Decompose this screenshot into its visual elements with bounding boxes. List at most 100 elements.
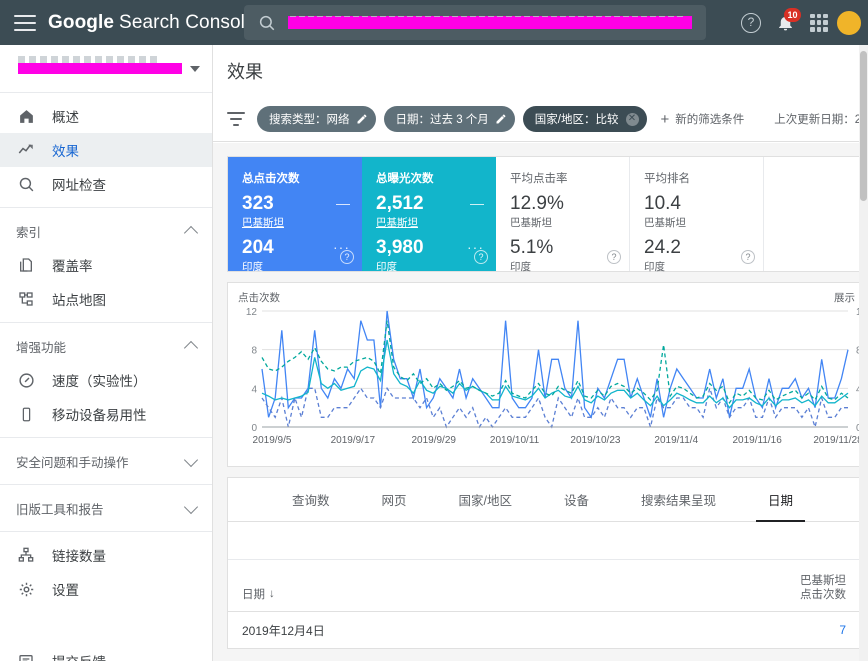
search-input-redacted-value[interactable] <box>288 16 692 29</box>
sidebar-item-label: 链接数量 <box>52 549 106 564</box>
close-icon[interactable]: ✕ <box>625 112 639 126</box>
sidebar-section-index[interactable]: 索引 <box>0 214 212 248</box>
column-header-date[interactable]: 日期 ↓ <box>228 586 766 611</box>
property-name-redacted <box>18 56 182 74</box>
sidebar-section-security[interactable]: 安全问题和手动操作 <box>0 444 212 478</box>
sidebar-section-label: 旧版工具和报告 <box>16 502 104 517</box>
nav-group-legacy-tools: 旧版工具和报告 <box>0 485 212 532</box>
mobile-icon <box>16 404 36 424</box>
brand-search-console: Search Console <box>119 11 256 33</box>
svg-text:2019/10/11: 2019/10/11 <box>490 435 540 446</box>
tab-queries[interactable]: 查询数 <box>266 478 356 521</box>
nav-group-footer: 提交反馈 关于新版本 <box>0 638 212 661</box>
metric-row: 2,512 — <box>376 193 484 215</box>
sidebar-section-enhancements[interactable]: 增强功能 <box>0 329 212 363</box>
tab-countries[interactable]: 国家/地区 <box>433 478 538 521</box>
metric-value: 10.4 <box>644 193 681 214</box>
sidebar-item-label: 概述 <box>52 110 79 125</box>
sidebar-section-label: 安全问题和手动操作 <box>16 455 129 470</box>
brand-google: Google <box>48 11 115 33</box>
search-icon <box>16 174 36 194</box>
metric-card-average-position[interactable]: 平均排名 10.4 巴基斯坦 24.2 印度 ? <box>630 157 764 273</box>
tab-dates[interactable]: 日期 <box>742 478 819 522</box>
chevron-down-icon <box>190 65 200 72</box>
sidebar-navigation: 概述 效果 网址检查 索引 覆盖率 站点地图 增强功能 速度（实验性） 移动设备… <box>0 45 213 661</box>
sidebar-item-label: 效果 <box>52 144 79 159</box>
help-icon[interactable]: ? <box>474 250 488 264</box>
sidebar-item-label: 速度（实验性） <box>52 374 147 389</box>
speed-icon <box>16 370 36 390</box>
sidebar-item-label: 网址检查 <box>52 178 106 193</box>
tab-label: 查询数 <box>292 494 330 508</box>
last-updated-text: 上次更新日期：25小时前 <box>774 114 868 126</box>
google-search-console-app: Google Search Console ? 10 概述 效果 网址检查 索引… <box>0 0 868 661</box>
help-icon[interactable]: ? <box>340 250 354 264</box>
metric-card-total-clicks[interactable]: 总点击次数 323 — 巴基斯坦 204 ··· 印度 ? <box>228 157 362 273</box>
series-marker-solid: — <box>470 195 484 211</box>
svg-text:2019/11/4: 2019/11/4 <box>654 435 698 446</box>
sidebar-item-settings[interactable]: 设置 <box>0 572 212 606</box>
sidebar-item-links[interactable]: 链接数量 <box>0 538 212 572</box>
tab-pages[interactable]: 网页 <box>356 478 433 521</box>
metric-card-title: 平均排名 <box>644 173 690 185</box>
hamburger-menu-icon[interactable] <box>14 14 36 31</box>
svg-text:2019/11/28: 2019/11/28 <box>813 435 863 446</box>
apps-grid-icon[interactable] <box>802 6 836 40</box>
cell-pk-clicks: 7 <box>839 623 846 637</box>
property-selector[interactable] <box>0 45 212 93</box>
home-icon <box>16 106 36 126</box>
sidebar-item-label: 覆盖率 <box>52 259 93 274</box>
metric-card-average-ctr[interactable]: 平均点击率 12.9% 巴基斯坦 5.1% 印度 ? <box>496 157 630 273</box>
tab-devices[interactable]: 设备 <box>538 478 615 521</box>
sidebar-item-label: 移动设备易用性 <box>52 408 147 423</box>
notifications-badge: 10 <box>784 7 801 22</box>
search-icon <box>258 14 276 32</box>
metric-label: 印度 <box>644 261 665 273</box>
metric-value: 24.2 <box>644 237 681 258</box>
filter-chip-country[interactable]: 国家/地区：比较 ✕ <box>522 106 647 132</box>
tab-search-appearance[interactable]: 搜索结果呈现 <box>615 478 742 521</box>
table-row[interactable]: 2019年12月4日 7 0 27 37 <box>228 612 868 648</box>
sidebar-item-label: 设置 <box>52 583 79 598</box>
vertical-scrollbar[interactable] <box>859 45 868 661</box>
performance-scroll-area: 总点击次数 323 — 巴基斯坦 204 ··· 印度 ? 总曝光次数 2,51… <box>213 143 868 661</box>
notifications-bell-icon[interactable]: 10 <box>768 6 802 40</box>
metric-label: 巴基斯坦 <box>510 217 552 229</box>
metric-row: 10.4 <box>644 193 751 215</box>
top-header-bar: Google Search Console ? 10 <box>0 0 868 45</box>
sidebar-item-speed[interactable]: 速度（实验性） <box>0 363 212 397</box>
sidebar-item-mobile-usability[interactable]: 移动设备易用性 <box>0 397 212 431</box>
sidebar-section-legacy-tools[interactable]: 旧版工具和报告 <box>0 491 212 525</box>
dimension-table-panel: 查询数 网页 国家/地区 设备 搜索结果呈现 日期 日期 ↓ 巴基斯坦 点击次数… <box>227 477 868 649</box>
metric-label: 巴基斯坦 <box>376 217 418 229</box>
sidebar-item-url-inspection[interactable]: 网址检查 <box>0 167 212 201</box>
column-header-pk-clicks[interactable]: 巴基斯坦 点击次数 <box>766 574 856 611</box>
tab-label: 设备 <box>564 494 590 508</box>
sidebar-item-coverage[interactable]: 覆盖率 <box>0 248 212 282</box>
help-icon[interactable]: ? <box>607 250 621 264</box>
help-icon[interactable]: ? <box>734 6 768 40</box>
svg-text:2019/11/16: 2019/11/16 <box>732 435 782 446</box>
url-inspection-search-bar[interactable] <box>244 5 706 40</box>
sidebar-item-feedback[interactable]: 提交反馈 <box>0 644 212 661</box>
sidebar-item-performance[interactable]: 效果 <box>0 133 212 167</box>
add-filter-label: 新的筛选条件 <box>675 114 745 126</box>
metric-row: 5.1% <box>510 237 617 259</box>
sidebar-item-sitemaps[interactable]: 站点地图 <box>0 282 212 316</box>
filter-icon[interactable] <box>227 112 245 126</box>
performance-line-chart[interactable]: 04812040801202019/9/52019/9/172019/9/292… <box>228 303 868 463</box>
filter-chip-search-type[interactable]: 搜索类型：网络 <box>257 106 376 132</box>
help-icon[interactable]: ? <box>741 250 755 264</box>
metric-cards: 总点击次数 323 — 巴基斯坦 204 ··· 印度 ? 总曝光次数 2,51… <box>227 156 868 273</box>
add-filter-button[interactable]: + 新的筛选条件 <box>661 111 745 128</box>
svg-text:12: 12 <box>246 307 258 318</box>
sidebar-item-overview[interactable]: 概述 <box>0 99 212 133</box>
metric-value: 323 <box>242 193 274 214</box>
svg-text:2019/9/5: 2019/9/5 <box>253 435 292 446</box>
chevron-up-icon <box>183 225 199 240</box>
metric-card-total-impressions[interactable]: 总曝光次数 2,512 — 巴基斯坦 3,980 ··· 印度 ? <box>362 157 496 273</box>
filter-chip-date[interactable]: 日期：过去 3 个月 <box>383 106 515 132</box>
plus-icon: + <box>660 110 670 128</box>
avatar[interactable] <box>836 9 862 36</box>
scrollbar-thumb[interactable] <box>860 51 867 201</box>
